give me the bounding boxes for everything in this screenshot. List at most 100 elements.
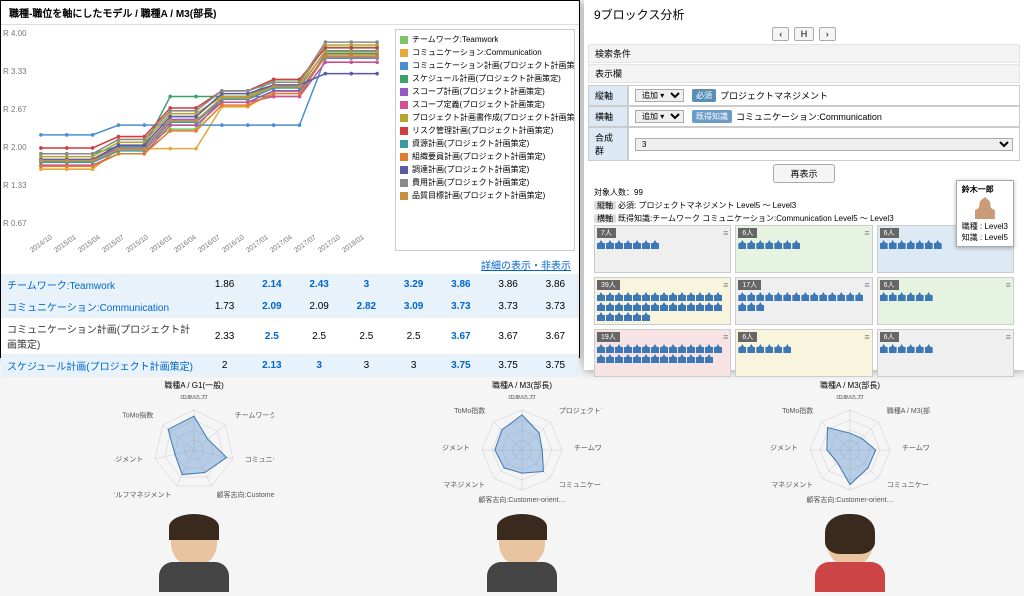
person-icon[interactable] <box>855 292 863 301</box>
person-icon[interactable] <box>925 240 933 249</box>
legend-item[interactable]: 品質目標計画(プロジェクト計画策定) <box>400 190 570 201</box>
person-icon[interactable] <box>880 344 888 353</box>
person-icon[interactable] <box>660 344 668 353</box>
legend-item[interactable]: コミュニケーション計画(プロジェクト計画策定) <box>400 60 570 71</box>
person-icon[interactable] <box>651 344 659 353</box>
person-icon[interactable] <box>916 344 924 353</box>
person-icon[interactable] <box>624 292 632 301</box>
person-icon[interactable] <box>765 240 773 249</box>
person-icon[interactable] <box>738 344 746 353</box>
legend-item[interactable]: 費用計画(プロジェクト計画策定) <box>400 177 570 188</box>
person-icon[interactable] <box>756 302 764 311</box>
person-icon[interactable] <box>669 292 677 301</box>
box-menu-icon[interactable]: ≡ <box>864 228 869 238</box>
person-icon[interactable] <box>606 344 614 353</box>
person-icon[interactable] <box>615 312 623 321</box>
person-icon[interactable] <box>783 240 791 249</box>
person-icon[interactable] <box>678 292 686 301</box>
person-icon[interactable] <box>792 292 800 301</box>
person-icon[interactable] <box>615 302 623 311</box>
person-icon[interactable] <box>624 302 632 311</box>
person-icon[interactable] <box>642 344 650 353</box>
person-icon[interactable] <box>651 354 659 363</box>
person-icon[interactable] <box>880 240 888 249</box>
person-icon[interactable] <box>889 344 897 353</box>
person-icon[interactable] <box>738 240 746 249</box>
person-icon[interactable] <box>907 292 915 301</box>
person-icon[interactable] <box>783 292 791 301</box>
box-menu-icon[interactable]: ≡ <box>1006 280 1011 290</box>
person-icon[interactable] <box>642 302 650 311</box>
person-icon[interactable] <box>696 354 704 363</box>
nine-box-cell[interactable]: 6人≡ <box>735 329 872 377</box>
person-icon[interactable] <box>925 344 933 353</box>
person-icon[interactable] <box>846 292 854 301</box>
person-icon[interactable] <box>907 240 915 249</box>
person-icon[interactable] <box>898 292 906 301</box>
composite-select[interactable]: 3 <box>635 138 1013 151</box>
person-icon[interactable] <box>907 344 915 353</box>
person-icon[interactable] <box>756 344 764 353</box>
person-icon[interactable] <box>687 302 695 311</box>
redisplay-button[interactable]: 再表示 <box>773 164 834 183</box>
h-axis-add-select[interactable]: 追加 ▾ <box>635 110 684 123</box>
person-icon[interactable] <box>624 344 632 353</box>
person-icon[interactable] <box>642 354 650 363</box>
person-icon[interactable] <box>696 344 704 353</box>
table-row[interactable]: コミュニケーション:Communication1.732.092.092.823… <box>1 296 579 318</box>
legend-item[interactable]: スケジュール計画(プロジェクト計画策定) <box>400 73 570 84</box>
person-icon[interactable] <box>705 302 713 311</box>
person-icon[interactable] <box>714 292 722 301</box>
person-icon[interactable] <box>633 312 641 321</box>
person-icon[interactable] <box>660 292 668 301</box>
person-icon[interactable] <box>880 292 888 301</box>
person-icon[interactable] <box>925 292 933 301</box>
person-icon[interactable] <box>633 354 641 363</box>
person-icon[interactable] <box>669 354 677 363</box>
person-icon[interactable] <box>606 240 614 249</box>
person-icon[interactable] <box>597 312 605 321</box>
legend-item[interactable]: スコープ定義(プロジェクト計画策定) <box>400 99 570 110</box>
search-criteria-bar[interactable]: 検索条件 <box>588 44 1020 63</box>
box-menu-icon[interactable]: ≡ <box>864 280 869 290</box>
person-icon[interactable] <box>916 292 924 301</box>
home-button[interactable]: H <box>794 27 815 41</box>
nine-box-cell[interactable]: 6人≡ <box>735 225 872 273</box>
person-icon[interactable] <box>597 354 605 363</box>
person-icon[interactable] <box>624 354 632 363</box>
person-icon[interactable] <box>687 344 695 353</box>
person-icon[interactable] <box>747 302 755 311</box>
person-icon[interactable] <box>669 344 677 353</box>
nine-box-cell[interactable]: 7人≡ <box>594 225 731 273</box>
person-icon[interactable] <box>678 302 686 311</box>
person-icon[interactable] <box>774 292 782 301</box>
person-icon[interactable] <box>705 354 713 363</box>
person-icon[interactable] <box>819 292 827 301</box>
legend-item[interactable]: スコープ計画(プロジェクト計画策定) <box>400 86 570 97</box>
nine-box-cell[interactable]: 6人≡ <box>877 277 1014 325</box>
person-icon[interactable] <box>642 292 650 301</box>
table-row[interactable]: スケジュール計画(プロジェクト計画策定)22.133333.753.753.75 <box>1 355 579 377</box>
person-icon[interactable] <box>916 240 924 249</box>
person-icon[interactable] <box>705 344 713 353</box>
person-icon[interactable] <box>660 302 668 311</box>
legend-item[interactable]: 調達計画(プロジェクト計画策定) <box>400 164 570 175</box>
person-icon[interactable] <box>615 292 623 301</box>
person-icon[interactable] <box>898 240 906 249</box>
person-icon[interactable] <box>597 302 605 311</box>
person-icon[interactable] <box>747 240 755 249</box>
person-icon[interactable] <box>606 292 614 301</box>
person-icon[interactable] <box>597 344 605 353</box>
person-icon[interactable] <box>615 354 623 363</box>
person-icon[interactable] <box>828 292 836 301</box>
person-icon[interactable] <box>738 302 746 311</box>
nine-box-cell[interactable]: 39人≡ <box>594 277 731 325</box>
person-icon[interactable] <box>714 344 722 353</box>
person-icon[interactable] <box>696 302 704 311</box>
prev-button[interactable]: ‹ <box>772 27 789 41</box>
person-icon[interactable] <box>606 312 614 321</box>
person-icon[interactable] <box>889 292 897 301</box>
person-icon[interactable] <box>615 344 623 353</box>
person-icon[interactable] <box>747 292 755 301</box>
legend-item[interactable]: リスク管理計画(プロジェクト計画策定) <box>400 125 570 136</box>
